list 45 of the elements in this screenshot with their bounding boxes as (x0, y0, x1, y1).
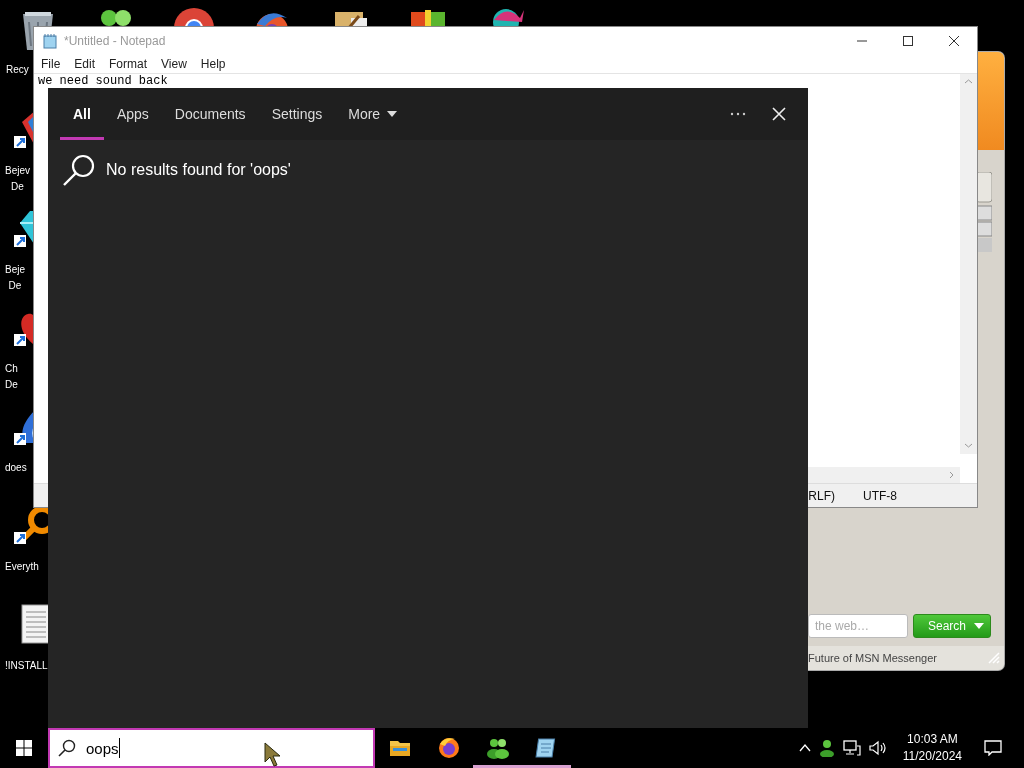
icon-label: Ch De (4, 362, 18, 392)
search-field[interactable]: oops (48, 728, 375, 768)
status-text: UTF-8 (863, 488, 897, 503)
mouse-pointer-icon (264, 742, 282, 768)
caret-icon (387, 111, 398, 117)
tab[interactable]: Apps (103, 88, 162, 140)
close-icon[interactable] (949, 36, 959, 46)
window-title: *Untitled - Notepad (64, 34, 167, 48)
status-text: RLF) (808, 488, 835, 503)
no-results-message: No results found for 'oops' (106, 161, 291, 179)
tab[interactable]: Documents (161, 88, 259, 140)
maximize-icon[interactable] (903, 36, 913, 46)
people-icon (485, 736, 510, 760)
menu-item[interactable]: Help (200, 57, 226, 71)
menu-item[interactable]: Format (109, 57, 148, 71)
tab[interactable]: Settings (258, 88, 336, 140)
icon-label: Everyth (4, 560, 39, 574)
person-icon[interactable] (818, 739, 835, 757)
menu-item[interactable]: View (161, 57, 187, 71)
browser-icon (436, 736, 461, 760)
icon-label: Bejev De (4, 164, 30, 194)
clock-date[interactable]: 11/20/2024 (902, 748, 962, 765)
clock-time[interactable]: 10:03 AM (907, 731, 958, 748)
icon-label: Beje De (4, 263, 25, 293)
document-text: we need sound back (37, 74, 169, 88)
search-field[interactable]: the web… (808, 614, 908, 638)
tab[interactable]: All (60, 88, 104, 140)
more-options-icon[interactable] (730, 112, 746, 116)
chevron-up-icon[interactable] (798, 744, 811, 752)
volume-icon[interactable] (868, 740, 887, 756)
icon-label: does (4, 461, 27, 475)
search-icon (62, 154, 96, 186)
search-icon (58, 739, 76, 757)
icon-label: Recy (6, 63, 29, 77)
resize-grip-icon (988, 652, 1000, 664)
notification-icon[interactable] (984, 740, 1002, 756)
tab[interactable]: More (335, 88, 411, 140)
menu-item[interactable]: Edit (74, 57, 96, 71)
menu-item[interactable]: File (41, 57, 61, 71)
network-icon[interactable] (842, 740, 861, 756)
notepad-icon (42, 33, 58, 49)
footer-text: Future of MSN Messenger (808, 652, 937, 664)
caret-icon (974, 623, 984, 629)
icon-label: !INSTALL (4, 659, 48, 673)
windows-logo-icon (16, 740, 32, 756)
